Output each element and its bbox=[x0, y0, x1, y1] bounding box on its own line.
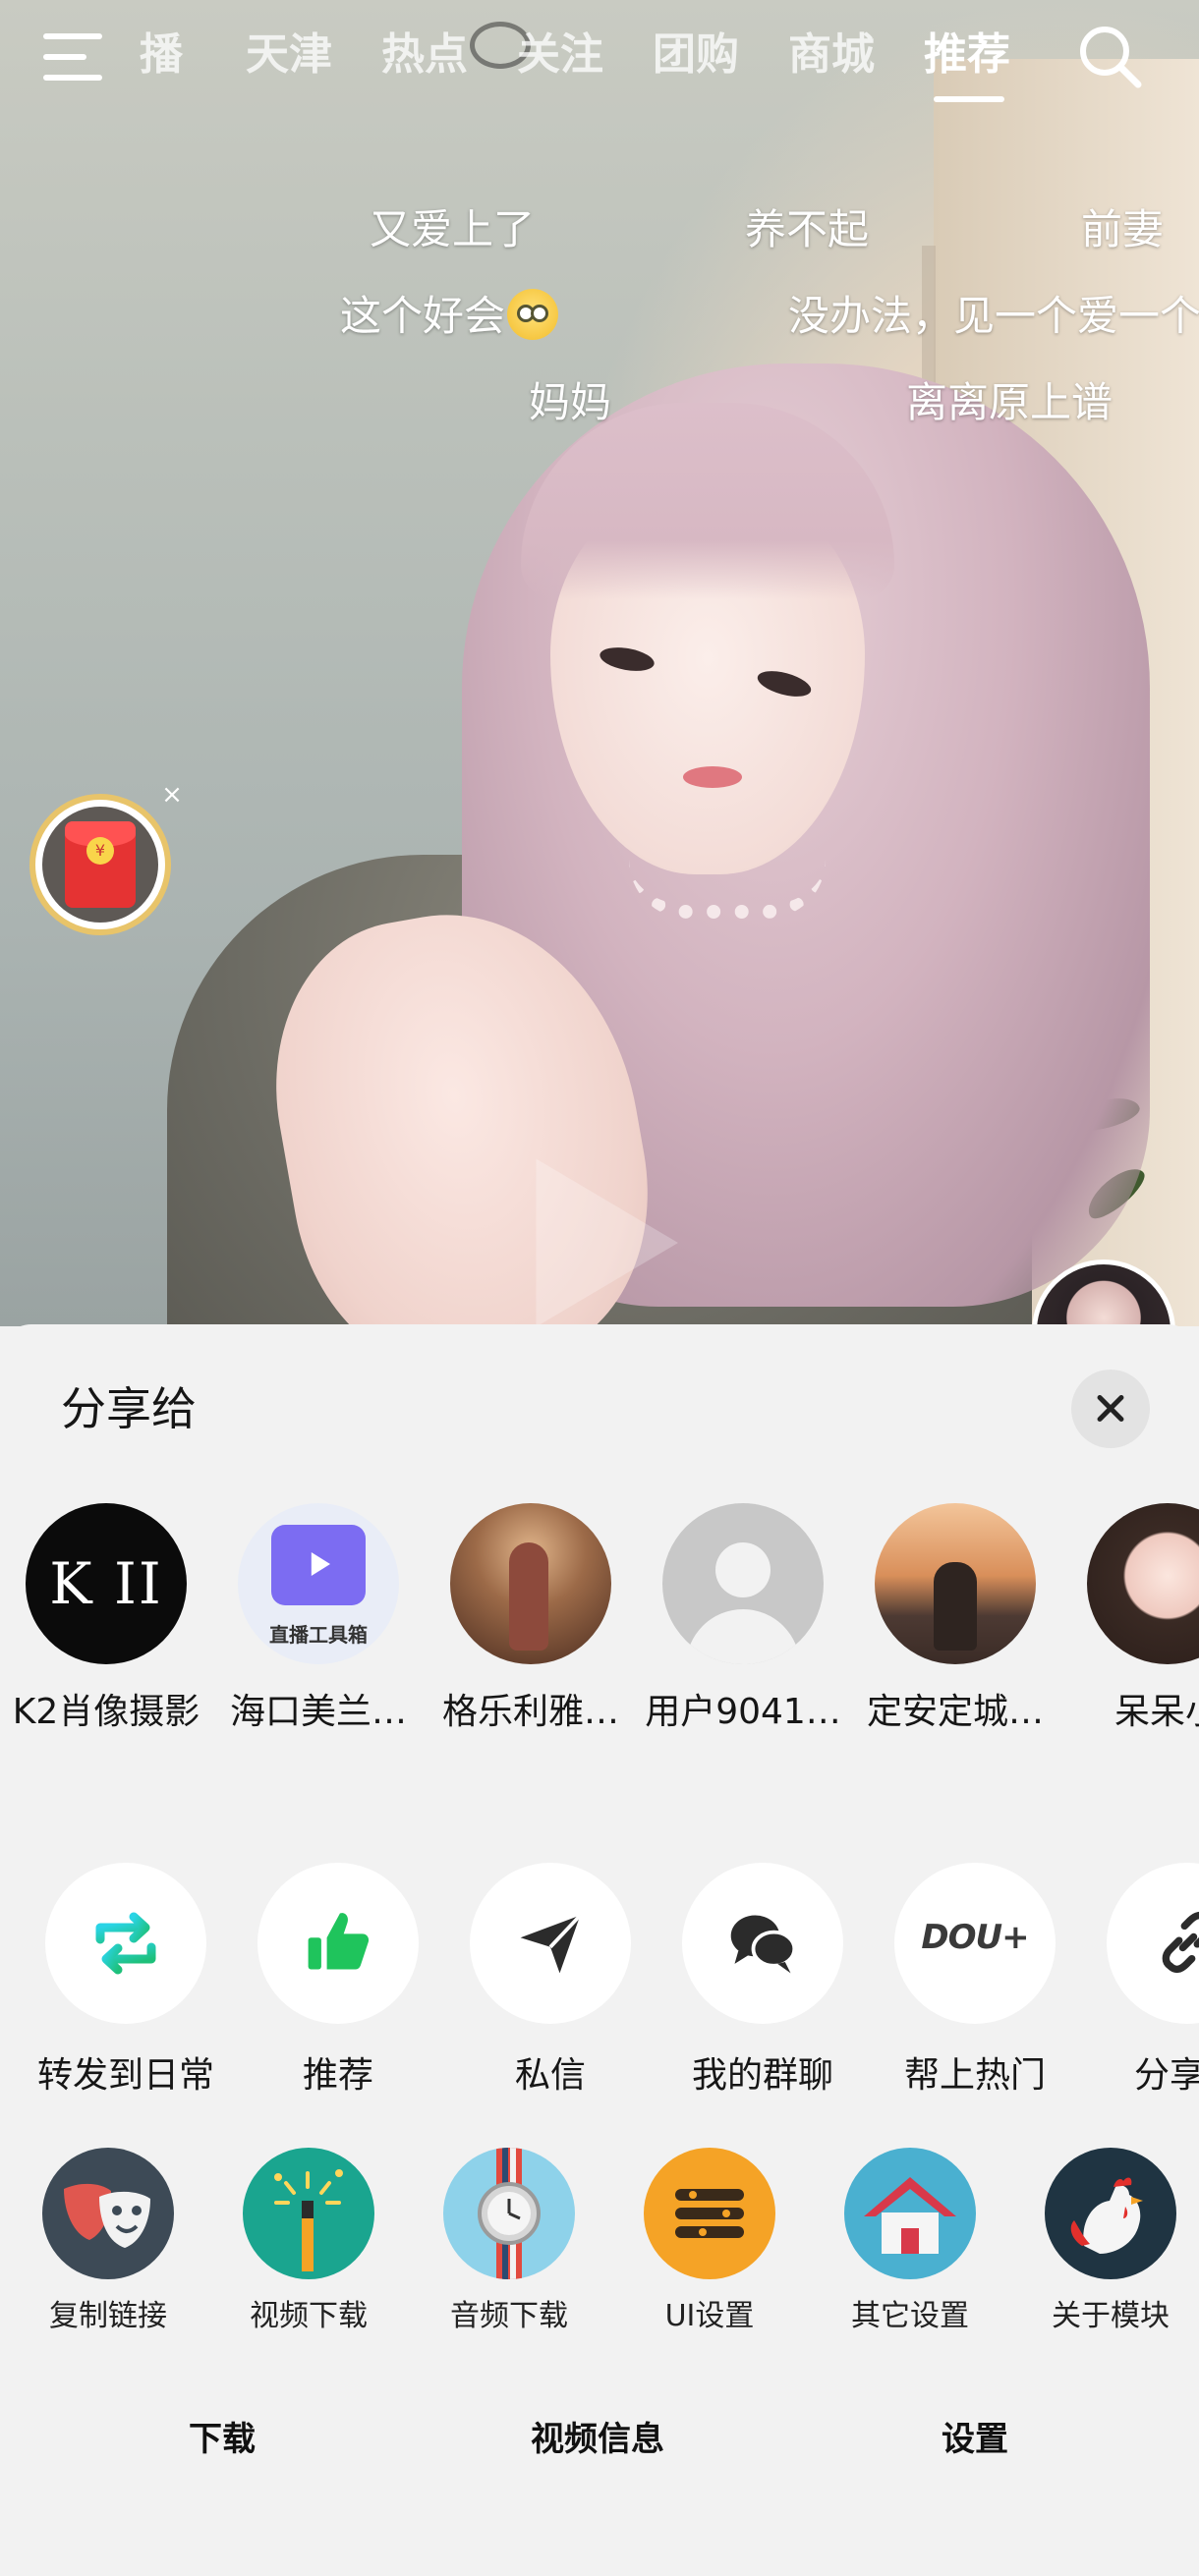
share-contact[interactable]: 呆呆小 bbox=[1069, 1503, 1199, 1737]
top-nav: 播 天津 热点 关注 团购 商城 推荐 bbox=[0, 0, 1199, 108]
action-label: 分享链 bbox=[1133, 2055, 1199, 2096]
contact-name: 呆呆小 bbox=[1113, 1692, 1199, 1732]
contact-name: 用户9041… bbox=[645, 1692, 841, 1732]
repost-icon bbox=[95, 1912, 156, 1975]
tab-video-info[interactable]: 视频信息 bbox=[531, 2415, 664, 2464]
default-avatar-icon bbox=[662, 1503, 824, 1664]
tab-following[interactable]: 关注 bbox=[517, 26, 603, 84]
link-icon bbox=[1162, 1911, 1199, 1974]
avatar: K II bbox=[26, 1503, 187, 1664]
video-subject bbox=[167, 364, 1150, 1326]
contact-name: K2肖像摄影 bbox=[12, 1692, 200, 1732]
avatar: 直播工具箱 bbox=[238, 1503, 399, 1664]
danmaku-comment: 养不起 bbox=[745, 205, 870, 253]
red-envelope-widget[interactable]: ¥ bbox=[29, 794, 171, 935]
share-contact[interactable]: 定安定城… bbox=[857, 1503, 1054, 1737]
share-contact[interactable]: 直播工具箱 海口美兰… bbox=[220, 1503, 417, 1737]
video-player[interactable]: 又爱上了 养不起 前妻 这个好会 没办法，见一个爱一个 妈妈 离离原上谱 ¥ × bbox=[0, 0, 1199, 1326]
share-contact[interactable]: 用户9041… bbox=[645, 1503, 841, 1737]
share-contact[interactable]: K II K2肖像摄影 bbox=[8, 1503, 204, 1737]
repost-button[interactable]: 转发到日常 bbox=[18, 1863, 234, 2100]
theater-mask-icon bbox=[42, 2148, 174, 2279]
action-label: 我的群聊 bbox=[691, 2055, 833, 2096]
dou-plus-button[interactable]: DOU+ 帮上热门 bbox=[867, 1863, 1083, 2100]
tab-group-buy[interactable]: 团购 bbox=[653, 26, 739, 84]
group-chat-button[interactable]: 我的群聊 bbox=[655, 1863, 871, 2100]
tab-tianjin[interactable]: 天津 bbox=[246, 26, 332, 84]
red-envelope-icon: ¥ bbox=[65, 821, 136, 908]
module-label: 其它设置 bbox=[851, 2299, 969, 2333]
share-sheet-title: 分享给 bbox=[61, 1382, 197, 1435]
smiley-emoji-icon bbox=[507, 289, 559, 340]
tab-mall[interactable]: 商城 bbox=[788, 26, 875, 84]
tab-recommend[interactable]: 推荐 bbox=[924, 26, 1010, 84]
danmaku-comment: 又爱上了 bbox=[370, 205, 536, 253]
audio-download-button[interactable]: 音频下载 bbox=[411, 2148, 607, 2338]
video-download-button[interactable]: 视频下载 bbox=[210, 2148, 407, 2338]
tab-settings[interactable]: 设置 bbox=[942, 2415, 1008, 2464]
module-label: 复制链接 bbox=[49, 2299, 167, 2333]
danmaku-comment: 没办法，见一个爱一个 bbox=[788, 292, 1199, 340]
menu-icon[interactable] bbox=[43, 33, 106, 83]
share-contact[interactable]: 格乐利雅… bbox=[432, 1503, 629, 1737]
copy-link-button[interactable]: 复制链接 bbox=[10, 2148, 206, 2338]
share-sheet: 分享给 K II K2肖像摄影 直播工具箱 海口美兰… 格乐利雅… 用户9041… bbox=[0, 1324, 1199, 2576]
tab-live[interactable]: 播 bbox=[140, 26, 183, 84]
group-chat-icon bbox=[730, 1915, 797, 1974]
rooster-icon bbox=[1045, 2148, 1176, 2279]
watch-icon bbox=[443, 2148, 575, 2279]
ui-settings-button[interactable]: UI设置 bbox=[611, 2148, 808, 2338]
other-settings-button[interactable]: 其它设置 bbox=[812, 2148, 1008, 2338]
search-icon[interactable] bbox=[1075, 22, 1144, 90]
action-label: 推荐 bbox=[302, 2055, 373, 2096]
tab-hot[interactable]: 热点 bbox=[381, 26, 468, 84]
recommend-button[interactable]: 推荐 bbox=[230, 1863, 446, 2100]
action-label: 帮上热门 bbox=[903, 2055, 1046, 2096]
contact-name: 海口美兰… bbox=[229, 1692, 407, 1732]
contact-name: 格乐利雅… bbox=[441, 1692, 619, 1732]
dou-plus-icon: DOU+ bbox=[921, 1918, 1029, 1957]
module-label: 音频下载 bbox=[450, 2299, 568, 2333]
magic-wand-icon bbox=[243, 2148, 374, 2279]
red-envelope-close-icon[interactable]: × bbox=[157, 780, 187, 810]
thumbs-up-icon bbox=[308, 1913, 370, 1970]
active-tab-indicator bbox=[934, 96, 1004, 102]
avatar bbox=[1087, 1503, 1199, 1664]
close-icon[interactable] bbox=[1071, 1370, 1150, 1448]
send-icon bbox=[520, 1914, 582, 1974]
danmaku-comment: 妈妈 bbox=[529, 378, 612, 426]
action-label: 转发到日常 bbox=[36, 2055, 214, 2096]
about-module-button[interactable]: 关于模块 bbox=[1012, 2148, 1199, 2338]
action-label: 私信 bbox=[514, 2055, 586, 2096]
share-link-button[interactable]: 分享链 bbox=[1079, 1863, 1199, 2100]
avatar bbox=[875, 1503, 1036, 1664]
contact-name: 定安定城… bbox=[866, 1692, 1044, 1732]
direct-message-button[interactable]: 私信 bbox=[442, 1863, 658, 2100]
avatar bbox=[450, 1503, 611, 1664]
danmaku-comment: 前妻 bbox=[1081, 205, 1165, 253]
module-label: UI设置 bbox=[664, 2299, 755, 2333]
module-label: 关于模块 bbox=[1052, 2299, 1170, 2333]
list-menu-icon bbox=[644, 2148, 775, 2279]
tab-download[interactable]: 下载 bbox=[189, 2415, 256, 2464]
danmaku-comment: 离离原上谱 bbox=[906, 378, 1113, 426]
danmaku-comment: 这个好会 bbox=[340, 287, 559, 346]
house-icon bbox=[844, 2148, 976, 2279]
module-label: 视频下载 bbox=[250, 2299, 368, 2333]
